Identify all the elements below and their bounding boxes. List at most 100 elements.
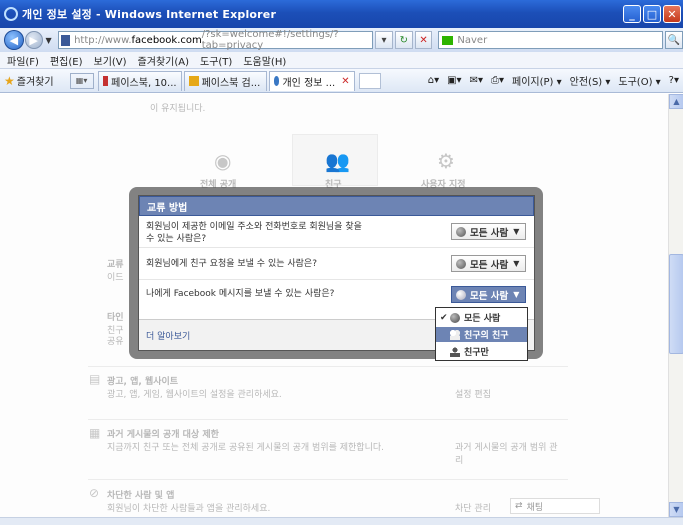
scroll-down-icon[interactable]: ▼: [669, 502, 683, 517]
option-label: 친구만: [464, 348, 489, 358]
menu-edit[interactable]: 편집(E): [50, 53, 83, 68]
divider: [88, 419, 568, 420]
globe-icon: [450, 312, 460, 323]
cmd-page[interactable]: 페이지(P) ▾: [512, 73, 562, 88]
tab-favicon-icon: [102, 76, 109, 86]
audience-value: 모든 사람: [470, 290, 509, 302]
question-line: 회원님이 제공한 이메일 주소와 전화번호로 회원님을 찾을: [146, 222, 362, 232]
chat-bar[interactable]: ⇄ 채팅: [510, 498, 600, 514]
feeds-icon[interactable]: ▣▾: [447, 75, 461, 86]
print-icon[interactable]: ⎙▾: [491, 75, 504, 86]
quick-tabs-button[interactable]: ▦▾: [69, 72, 94, 89]
menu-favorites[interactable]: 즐겨찾기(A): [138, 53, 189, 68]
scroll-thumb[interactable]: [669, 254, 683, 354]
close-button[interactable]: ✕: [663, 5, 681, 23]
bg-blocked-desc: 회원님이 차단한 사람들과 앱을 관리하세요.: [107, 504, 271, 514]
bg-past-link[interactable]: 과거 게시물의 공개 범위 관리: [455, 440, 565, 466]
audience-value: 모든 사람: [470, 227, 509, 239]
menu-tools[interactable]: 도구(T): [200, 53, 232, 68]
globe-icon: [456, 289, 466, 300]
vertical-scrollbar[interactable]: ▲ ▼: [668, 94, 683, 517]
audience-dropdown-menu: ✔ 모든 사람 친구의 친구 친구만: [435, 307, 528, 361]
setting-row-friend-request: 회원님에게 친구 요청을 보낼 수 있는 사람은? 모든 사람 ▼: [139, 248, 534, 280]
tab-2[interactable]: 페이스북 검...: [183, 70, 267, 91]
window-title: 개인 정보 설정 - Windows Internet Explorer: [22, 8, 277, 21]
option-friends-of-friends[interactable]: 친구의 친구: [436, 327, 527, 342]
check-icon: ✔: [440, 312, 448, 323]
tab-favicon-icon: [273, 76, 280, 86]
mail-icon[interactable]: ✉▾: [470, 75, 483, 86]
address-bar: ◀ ▶ ▼ http://www. facebook.com/?sk=welcom…: [0, 28, 683, 52]
bg-section-others: 타인: [107, 313, 124, 323]
tab-favicon-icon: [188, 76, 199, 86]
stop-button[interactable]: ✕: [414, 31, 433, 49]
audience-dropdown-button[interactable]: 모든 사람 ▼: [451, 223, 526, 240]
history-dropdown-icon[interactable]: ▼: [46, 36, 52, 45]
search-placeholder: Naver: [457, 34, 488, 46]
url-host: facebook.com: [131, 34, 202, 46]
favorites-button[interactable]: ★ 즐겨찾기: [4, 73, 54, 89]
option-everyone[interactable]: ✔ 모든 사람: [436, 310, 527, 325]
new-tab-button[interactable]: [358, 72, 381, 89]
audience-dropdown-button-open[interactable]: 모든 사람 ▼: [451, 286, 526, 303]
bg-past-desc: 지금까지 친구 또는 전체 공개로 공유된 게시물의 공개 범위를 제한합니다.: [107, 443, 385, 453]
divider: [88, 366, 568, 367]
scroll-up-icon[interactable]: ▲: [669, 94, 683, 109]
audience-value: 모든 사람: [470, 259, 509, 271]
close-tab-icon[interactable]: ✕: [341, 76, 349, 87]
tab-label: 개인 정보 ...: [282, 77, 336, 89]
help-icon[interactable]: ?▾: [669, 75, 679, 86]
gear-icon: ⚙: [437, 149, 455, 173]
minimize-button[interactable]: _: [623, 5, 641, 23]
facebook-favicon-icon: [60, 34, 71, 46]
person-icon: [450, 346, 460, 357]
ie-logo-icon: [4, 7, 18, 21]
url-input[interactable]: http://www. facebook.com/?sk=welcome#!/se…: [57, 29, 374, 51]
refresh-button[interactable]: ↻: [394, 31, 413, 49]
star-icon: ★: [4, 73, 15, 88]
cmd-safety[interactable]: 안전(S) ▾: [570, 73, 611, 88]
chat-label: 채팅: [526, 502, 544, 513]
tab-label: 페이스북, 10...: [111, 77, 177, 89]
bg-section-interaction-sub: 이드: [107, 273, 124, 283]
search-go-button[interactable]: 🔍: [665, 31, 683, 49]
bg-ads-link[interactable]: 설정 편집: [455, 387, 491, 400]
forward-button[interactable]: ▶: [24, 31, 43, 49]
window-title-bar: 개인 정보 설정 - Windows Internet Explorer _ □…: [0, 0, 683, 28]
dialog-title: 교류 방법: [139, 196, 534, 216]
search-input[interactable]: Naver: [438, 31, 664, 49]
back-button[interactable]: ◀: [4, 30, 24, 50]
chevron-down-icon: ▼: [513, 259, 520, 268]
option-friends-only[interactable]: 친구만: [436, 344, 527, 359]
globe-icon: [456, 226, 466, 237]
menu-file[interactable]: 파일(F): [7, 53, 39, 68]
menu-help[interactable]: 도움말(H): [243, 53, 286, 68]
menu-view[interactable]: 보기(V): [94, 53, 127, 68]
tab-label: 페이스북 검...: [201, 77, 261, 89]
bg-note: 이 유지됩니다.: [150, 104, 206, 114]
bg-section-interaction: 교류: [107, 260, 124, 270]
url-dropdown-button[interactable]: ▾: [375, 31, 393, 49]
globe-icon: ◉: [214, 149, 232, 173]
setting-row-find-me: 회원님이 제공한 이메일 주소와 전화번호로 회원님을 찾을 수 있는 사람은?…: [139, 216, 534, 248]
command-bar: ⌂▾ ▣▾ ✉▾ ⎙▾ 페이지(P) ▾ 안전(S) ▾ 도구(O) ▾ ?▾: [420, 73, 679, 88]
chevron-down-icon: ▼: [513, 227, 520, 236]
learn-more-link[interactable]: 더 알아보기: [146, 329, 190, 342]
divider: [88, 479, 568, 480]
horizontal-scrollbar[interactable]: [0, 517, 683, 525]
tab-3-active[interactable]: 개인 정보 ... ✕: [268, 70, 355, 91]
maximize-button[interactable]: □: [643, 5, 661, 23]
bg-blocked-link[interactable]: 차단 관리: [455, 501, 491, 514]
menu-bar: 파일(F) 편집(E) 보기(V) 즐겨찾기(A) 도구(T) 도움말(H): [0, 52, 683, 69]
cmd-tools[interactable]: 도구(O) ▾: [618, 73, 660, 88]
bg-ads-desc: 광고, 앱, 게임, 웹사이트의 설정을 관리하세요.: [107, 390, 282, 400]
option-label: 모든 사람: [464, 314, 501, 324]
audience-dropdown-button[interactable]: 모든 사람 ▼: [451, 255, 526, 272]
tab-bar: ★ 즐겨찾기 ▦▾ 페이스북, 10... 페이스북 검... 개인 정보 ..…: [0, 69, 683, 93]
bg-past-title: 과거 게시물의 공개 대상 제한: [107, 430, 219, 440]
home-icon[interactable]: ⌂▾: [428, 75, 439, 86]
people-icon: [450, 329, 460, 340]
tab-1[interactable]: 페이스북, 10...: [97, 70, 182, 91]
url-prefix: http://www.: [74, 34, 132, 46]
lock-icon: ▦: [89, 426, 101, 440]
